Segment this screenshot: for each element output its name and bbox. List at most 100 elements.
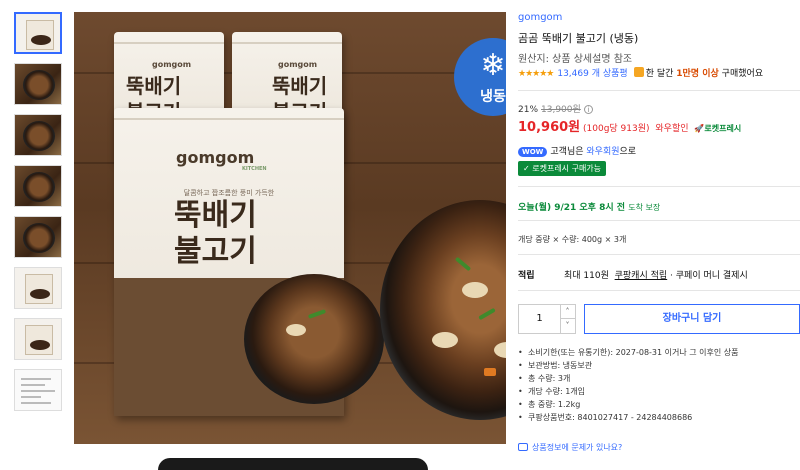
spec-item: 쿠팡상품번호: 8401027417 - 24284408686: [518, 411, 739, 424]
divider: [518, 90, 800, 91]
pouch-brand: gomgom: [278, 60, 318, 69]
pouch-title: 불고기: [174, 234, 257, 269]
origin-text: 원산지: 상품 상세설명 참조: [518, 54, 633, 65]
thumbnail-image: [25, 325, 53, 355]
pouch-brand-sub: KITCHEN: [242, 166, 267, 172]
pouch-tagline: 달콤하고 짭조름한 풍미 가득한: [183, 189, 275, 197]
chevron-down-icon[interactable]: ˅: [560, 319, 575, 333]
onion: [432, 332, 458, 348]
thumbnail-1[interactable]: [14, 12, 62, 54]
thumbnail-image: [23, 172, 55, 202]
frozen-label: 냉동: [480, 89, 506, 105]
discount-rate: 21%: [518, 105, 539, 115]
pouch-title: 뚝배기: [272, 74, 328, 98]
main-product-image: gomgom 뚝배기 불고기 gomgom 뚝배기 불고기 gomgom KIT…: [74, 12, 506, 444]
pouch-title: 뚝배기: [174, 198, 257, 233]
carrot: [484, 368, 496, 376]
reward-suffix: · 쿠페이 머니 결제시: [670, 271, 748, 281]
thumbnail-2[interactable]: [14, 63, 62, 105]
purchase-suffix: 구매했어요: [721, 69, 764, 79]
wow-prefix: 고객님은: [550, 147, 584, 157]
pouch-title: 뚝배기: [126, 74, 182, 98]
spec-list: 소비기한(또는 유통기한): 2027-08-31 이거나 그 이후인 상품 보…: [518, 346, 739, 424]
wow-member-row: WOW 고객님은 와우회원으로: [518, 144, 636, 157]
info-icon[interactable]: i: [583, 105, 593, 114]
doc-line: [21, 378, 51, 380]
price-row: 10,960원 (100g당 913원) 와우할인 🚀로켓프레시: [518, 116, 741, 135]
shopping-bag-icon: [633, 67, 644, 77]
brand-link[interactable]: gomgom: [518, 12, 562, 23]
chat-icon: [518, 443, 528, 451]
onion: [286, 324, 306, 336]
thumbnail-8[interactable]: [14, 369, 62, 411]
purchase-highlight: 1만명 이상: [676, 69, 719, 79]
spec-item: 개당 수량: 1개입: [518, 385, 739, 398]
rocket-fresh-label: 🚀로켓프레시: [694, 124, 741, 133]
thumbnail-image: [25, 274, 53, 304]
snowflake-icon: ❄: [480, 48, 506, 83]
wow-member-link[interactable]: 와우회원: [586, 147, 619, 157]
add-to-cart-button[interactable]: 장바구니 담기: [584, 304, 800, 334]
sale-price: 10,960원: [518, 120, 581, 135]
doc-line: [21, 390, 55, 392]
video-play-pill[interactable]: [158, 458, 428, 470]
chevron-up-icon[interactable]: ˄: [560, 305, 575, 319]
wow-badge: WOW: [518, 147, 548, 157]
pouch-brand: gomgom: [176, 148, 255, 167]
doc-line: [21, 384, 45, 386]
onion: [462, 282, 488, 298]
report-problem-link[interactable]: 상품정보에 문제가 있나요?: [518, 442, 622, 453]
pouch-zip: [114, 42, 224, 44]
small-bowl: [244, 274, 384, 404]
pouch-brand: gomgom: [152, 60, 192, 69]
delivery-info: 오늘(월) 9/21 오후 8시 전 도착 보장: [518, 200, 660, 213]
thumbnail-image: [23, 121, 55, 151]
thumbnail-image: [26, 20, 54, 50]
coupang-cash-link[interactable]: 쿠팡캐시 적립: [615, 271, 668, 281]
divider: [518, 290, 800, 291]
reward-label: 적립: [518, 271, 535, 281]
pouch-zip: [114, 118, 344, 120]
rating-row: ★★★★★ 13,469 개 상품평 한 달간 1만명 이상 구매했어요: [518, 66, 763, 79]
thumbnail-image: [23, 223, 55, 253]
thumbnail-4[interactable]: [14, 165, 62, 207]
spec-item: 보관방법: 냉동보관: [518, 359, 739, 372]
doc-line: [21, 402, 51, 404]
reward-row: 적립 최대 110원 쿠팡캐시 적립 · 쿠페이 머니 결제시: [518, 268, 800, 281]
frozen-badge: ❄ 냉동: [454, 38, 506, 116]
reward-amount: 최대 110원: [564, 271, 609, 281]
rocket-fresh-badge: ✓ 로켓프레시 구매가능: [518, 161, 607, 176]
thumbnail-list: [14, 12, 64, 420]
wow-suffix: 으로: [619, 147, 637, 157]
divider: [518, 254, 800, 255]
original-price: 13,900원: [541, 105, 581, 115]
quantity-stepper: 1 ˄ ˅: [518, 304, 576, 334]
rocket-fresh-text: 로켓프레시: [704, 124, 742, 133]
delivery-date: 오늘(월) 9/21 오후 8시 전: [518, 203, 626, 213]
thumbnail-3[interactable]: [14, 114, 62, 156]
report-text: 상품정보에 문제가 있나요?: [532, 443, 623, 452]
spec-item: 총 중량: 1.2kg: [518, 398, 739, 411]
option-text: 개당 중량 × 수량: 400g × 3개: [518, 235, 627, 244]
discount-row: 21% 13,900원 i: [518, 102, 593, 115]
rocket-icon: 🚀: [694, 124, 705, 133]
doc-line: [21, 396, 41, 398]
spec-item: 소비기한(또는 유통기한): 2027-08-31 이거나 그 이후인 상품: [518, 346, 739, 359]
rating-stars: ★★★★★: [518, 69, 554, 79]
wow-discount-label: 와우할인: [655, 124, 689, 134]
divider: [518, 220, 800, 221]
thumbnail-6[interactable]: [14, 267, 62, 309]
pouch-zip: [232, 42, 342, 44]
delivery-guarantee: 도착 보장: [628, 203, 661, 212]
thumbnail-7[interactable]: [14, 318, 62, 360]
thumbnail-5[interactable]: [14, 216, 62, 258]
divider: [518, 186, 800, 187]
purchase-prefix: 한 달간: [645, 69, 674, 79]
thumbnail-image: [23, 70, 55, 100]
product-title: 곰곰 뚝배기 불고기 (냉동): [518, 32, 639, 45]
spec-item: 총 수량: 3개: [518, 372, 739, 385]
large-bowl: [380, 200, 506, 420]
quantity-input[interactable]: 1: [519, 305, 561, 333]
unit-price: (100g당 913원): [583, 124, 650, 134]
review-count-link[interactable]: 13,469 개 상품평: [557, 69, 627, 79]
